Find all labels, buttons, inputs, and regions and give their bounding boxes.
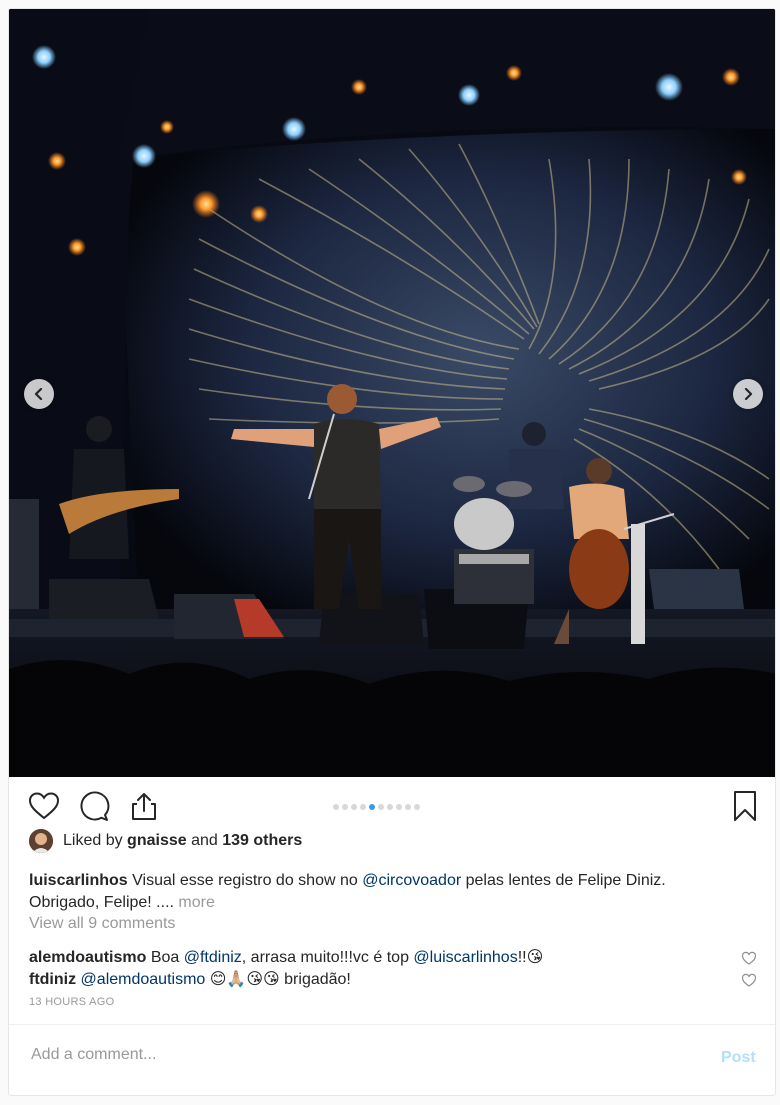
comment-text: , arrasa muito!!!vc é top	[241, 949, 409, 966]
avatar[interactable]	[29, 829, 53, 853]
carousel-dot	[387, 804, 393, 810]
comment-username[interactable]: ftdiniz	[29, 971, 76, 988]
comment-text: !!😘	[517, 949, 544, 966]
view-all-comments-link[interactable]: View all 9 comments	[29, 915, 175, 933]
post-card: Liked by gnaisse and 139 others luiscarl…	[8, 8, 776, 1096]
carousel-dot	[378, 804, 384, 810]
caption: luiscarlinhos Visual esse registro do sh…	[29, 870, 729, 914]
carousel-dot	[342, 804, 348, 810]
comment-icon[interactable]	[77, 789, 111, 823]
carousel-dot-active	[369, 804, 375, 810]
carousel-dot	[414, 804, 420, 810]
caption-username[interactable]: luiscarlinhos	[29, 872, 128, 889]
post-photo[interactable]	[9, 9, 775, 777]
carousel-dot	[405, 804, 411, 810]
next-photo-button[interactable]	[733, 379, 763, 409]
caption-text: Visual esse registro do show no	[132, 872, 358, 889]
comment-mention[interactable]: @luiscarlinhos	[413, 949, 517, 966]
liked-by: Liked by gnaisse and 139 others	[29, 829, 302, 853]
heart-icon[interactable]	[27, 789, 61, 823]
post-comment-button[interactable]: Post	[721, 1049, 756, 1067]
comment: ftdiniz @alemdoautismo 😊🙏🏼😘😘 brigadão!	[29, 969, 351, 991]
liked-by-user[interactable]: gnaisse	[127, 832, 187, 850]
liked-by-prefix: Liked by	[63, 832, 123, 849]
comment-username[interactable]: alemdoautismo	[29, 949, 146, 966]
chevron-left-icon	[34, 388, 43, 400]
divider	[9, 1024, 775, 1025]
comment-mention[interactable]: @alemdoautismo	[81, 971, 206, 988]
carousel-dot	[396, 804, 402, 810]
liked-by-and: and	[191, 832, 218, 849]
add-comment-input[interactable]	[29, 1045, 673, 1065]
small-heart-icon[interactable]	[741, 972, 757, 988]
carousel-indicator	[333, 804, 420, 810]
comment: alemdoautismo Boa @ftdiniz, arrasa muito…	[29, 947, 543, 969]
bookmark-icon[interactable]	[728, 789, 762, 823]
comment-text: 😊🙏🏼😘😘 brigadão!	[209, 971, 351, 988]
concert-photo	[9, 9, 775, 777]
carousel-dot	[333, 804, 339, 810]
share-icon[interactable]	[127, 789, 161, 823]
chevron-right-icon	[744, 388, 753, 400]
carousel-dot	[360, 804, 366, 810]
previous-photo-button[interactable]	[24, 379, 54, 409]
carousel-dot	[351, 804, 357, 810]
avatar-image	[29, 829, 53, 853]
comment-text: Boa	[150, 949, 180, 966]
post-timestamp[interactable]: 13 HOURS AGO	[29, 996, 115, 1008]
caption-more-link[interactable]: more	[178, 894, 214, 911]
caption-mention[interactable]: @circovoador	[362, 872, 461, 889]
likes-count[interactable]: 139 others	[222, 832, 302, 850]
small-heart-icon[interactable]	[741, 950, 757, 966]
comment-mention[interactable]: @ftdiniz	[184, 949, 242, 966]
action-bar	[9, 777, 775, 837]
